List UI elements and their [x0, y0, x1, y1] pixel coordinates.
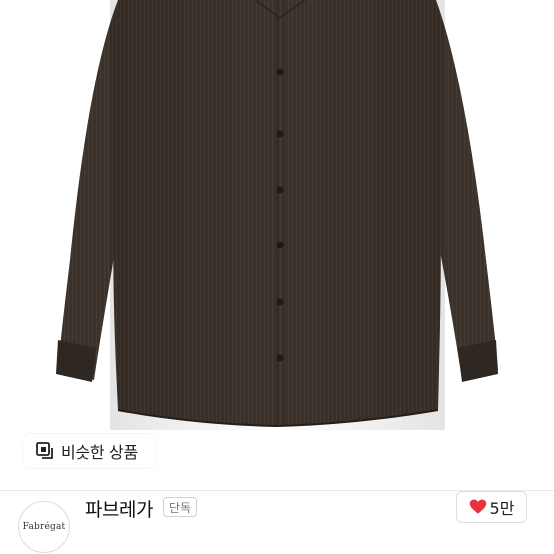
shop-bar: Fabrégat 파브레가 단독 5만	[0, 491, 554, 554]
shop-name[interactable]: 파브레가	[85, 495, 153, 522]
like-count: 5만	[489, 499, 515, 518]
heart-icon	[469, 498, 487, 516]
shop-logo-text: Fabrégat	[22, 522, 66, 532]
like-button[interactable]: 5만	[456, 491, 527, 523]
exclusive-badge: 단독	[163, 497, 198, 517]
product-image[interactable]	[0, 0, 554, 490]
similar-items-button[interactable]: 비슷한 상품	[23, 434, 156, 468]
similar-items-icon	[35, 441, 55, 461]
similar-items-label: 비슷한 상품	[61, 443, 138, 462]
shop-logo[interactable]: Fabrégat	[18, 501, 70, 553]
shirt-illustration	[56, 0, 498, 430]
